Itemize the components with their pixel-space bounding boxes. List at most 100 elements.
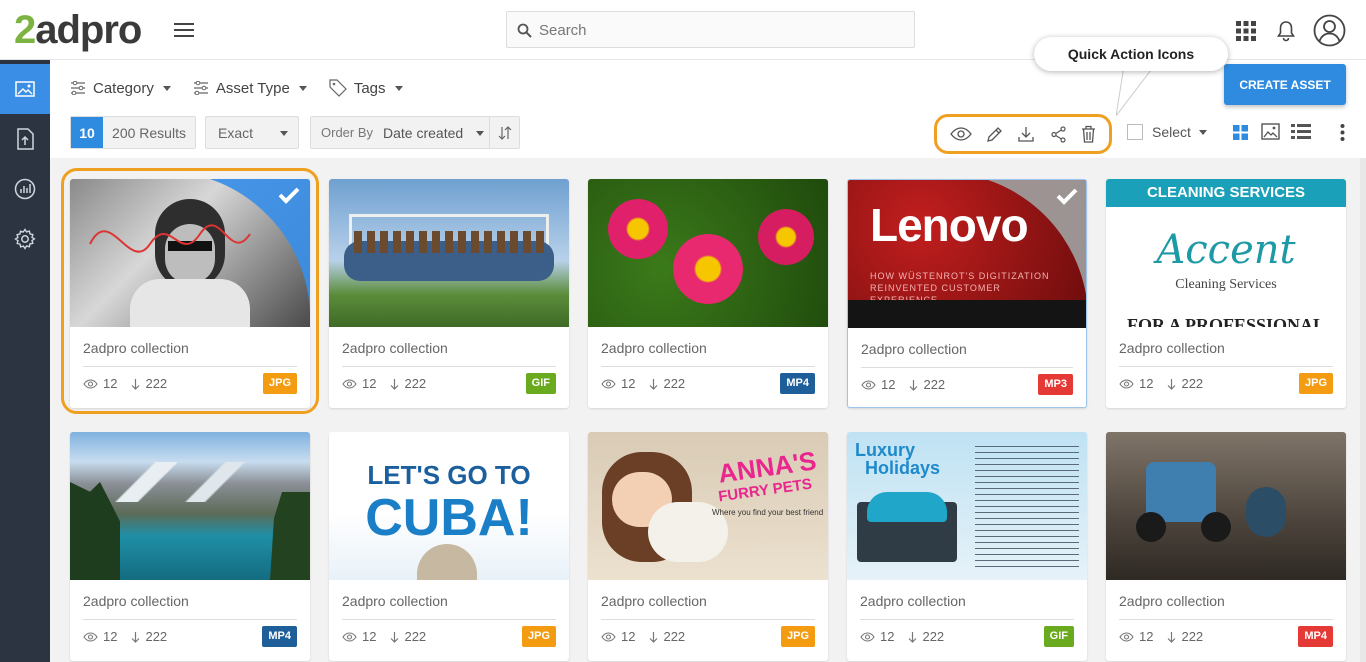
arrow-down-icon <box>650 378 658 390</box>
asset-name: 2adpro collection <box>342 340 448 356</box>
share-icon[interactable] <box>1050 125 1067 143</box>
downloads-count: 222 <box>908 629 944 644</box>
app-logo[interactable]: 2adpro <box>14 8 142 52</box>
quick-action-tooltip: Quick Action Icons <box>1034 37 1228 71</box>
edit-icon[interactable] <box>986 126 1003 143</box>
asset-card[interactable]: 2adpro collection 12 222 MP4 <box>588 179 828 408</box>
downloads-count: 222 <box>390 376 426 391</box>
select-all-checkbox[interactable] <box>1127 124 1143 140</box>
search-input[interactable] <box>539 19 899 41</box>
filter-asset-type[interactable]: Asset Type <box>193 77 307 99</box>
asset-card[interactable]: ANNA'S FURRY PETS Where you find your be… <box>588 432 828 661</box>
asset-card[interactable]: Lenovo HOW WÜSTENROT'S DIGITIZATION REIN… <box>847 179 1087 408</box>
download-icon[interactable] <box>1017 125 1035 143</box>
divider <box>83 366 297 367</box>
asset-card[interactable]: 2adpro collection 12 222 GIF <box>329 179 569 408</box>
view-icon <box>1119 378 1134 389</box>
asset-thumbnail[interactable]: CLEANING SERVICES Accent Cleaning Servic… <box>1106 179 1346 327</box>
asset-thumbnail[interactable]: Luxury Holidays <box>847 432 1087 580</box>
select-dropdown[interactable]: Select <box>1152 124 1207 140</box>
results-total: 200 Results <box>103 117 195 148</box>
file-type-badge: JPG <box>780 626 815 647</box>
user-avatar-icon[interactable] <box>1313 14 1346 47</box>
arrow-down-icon <box>650 631 658 643</box>
asset-stats: 12 222 <box>83 376 167 391</box>
asset-thumbnail[interactable] <box>70 432 310 580</box>
create-asset-button[interactable]: CREATE ASSET <box>1224 64 1346 105</box>
asset-thumbnail[interactable] <box>1106 432 1346 580</box>
list-view-icon[interactable] <box>1291 124 1311 139</box>
tooltip-pointer <box>1116 66 1155 116</box>
sidebar-item-settings[interactable] <box>0 214 50 264</box>
more-options-icon[interactable] <box>1340 124 1345 141</box>
grid-view-icon[interactable] <box>1233 125 1248 140</box>
menu-icon[interactable] <box>174 23 194 39</box>
divider <box>342 619 556 620</box>
upload-icon <box>17 128 34 150</box>
sidebar-item-assets[interactable] <box>0 64 50 114</box>
asset-card[interactable]: LET'S GO TO CUBA! 2adpro collection 12 2… <box>329 432 569 661</box>
divider <box>601 366 815 367</box>
views-count: 12 <box>342 629 376 644</box>
selected-check-icon[interactable] <box>948 180 1087 328</box>
divider <box>83 619 297 620</box>
asset-stats: 12 222 <box>342 629 426 644</box>
asset-card[interactable]: Luxury Holidays 2adpro collection 12 222… <box>847 432 1087 661</box>
views-count: 12 <box>342 376 376 391</box>
divider <box>1119 366 1333 367</box>
arrow-down-icon <box>909 631 917 643</box>
order-by-dropdown[interactable]: Order By Date created <box>310 116 520 149</box>
bell-icon[interactable] <box>1276 20 1296 42</box>
divider <box>342 366 556 367</box>
divider <box>861 367 1073 368</box>
asset-stats: 12 222 <box>860 629 944 644</box>
asset-name: 2adpro collection <box>83 593 189 609</box>
match-dropdown[interactable]: Exact <box>205 116 299 149</box>
asset-thumbnail[interactable] <box>329 179 569 327</box>
views-count: 12 <box>83 629 117 644</box>
sidebar <box>0 60 50 662</box>
downloads-count: 222 <box>131 376 167 391</box>
trash-icon[interactable] <box>1081 125 1096 143</box>
selected-check-icon[interactable] <box>170 179 310 327</box>
asset-card[interactable]: 2adpro collection 12 222 MP4 <box>70 432 310 661</box>
asset-stats: 12 222 <box>601 376 685 391</box>
asset-thumbnail[interactable]: ANNA'S FURRY PETS Where you find your be… <box>588 432 828 580</box>
views-count: 12 <box>1119 629 1153 644</box>
page-size[interactable]: 10 <box>71 117 103 148</box>
filter-tags[interactable]: Tags <box>329 77 403 99</box>
sidebar-item-upload[interactable] <box>0 114 50 164</box>
tag-icon <box>329 79 347 97</box>
gallery-view-icon[interactable] <box>1261 123 1280 140</box>
view-icon <box>860 631 875 642</box>
asset-card[interactable]: 2adpro collection 12 222 MP4 <box>1106 432 1346 661</box>
views-count: 12 <box>860 629 894 644</box>
sliders-icon <box>193 81 208 95</box>
search-icon <box>517 23 532 38</box>
asset-thumbnail[interactable] <box>70 179 310 327</box>
sort-direction-icon[interactable] <box>498 126 512 140</box>
asset-thumbnail[interactable] <box>588 179 828 327</box>
arrow-down-icon <box>132 631 140 643</box>
asset-stats: 12 222 <box>342 376 426 391</box>
downloads-count: 222 <box>131 629 167 644</box>
asset-thumbnail[interactable]: LET'S GO TO CUBA! <box>329 432 569 580</box>
sidebar-item-reports[interactable] <box>0 164 50 214</box>
file-type-badge: JPG <box>521 626 556 647</box>
filter-category[interactable]: Category <box>70 77 171 99</box>
view-icon[interactable] <box>950 127 972 141</box>
view-icon <box>861 379 876 390</box>
apps-grid-icon[interactable] <box>1236 21 1256 41</box>
asset-card[interactable]: CLEANING SERVICES Accent Cleaning Servic… <box>1106 179 1346 408</box>
asset-stats: 12 222 <box>83 629 167 644</box>
asset-card[interactable]: 2adpro collection 12 222 JPG <box>70 179 310 408</box>
asset-thumbnail[interactable]: Lenovo HOW WÜSTENROT'S DIGITIZATION REIN… <box>848 180 1087 328</box>
views-count: 12 <box>83 376 117 391</box>
arrow-down-icon <box>910 379 918 391</box>
file-type-badge: JPG <box>1298 373 1333 394</box>
scrollbar[interactable] <box>1360 158 1366 662</box>
search-box[interactable] <box>506 11 915 48</box>
asset-name: 2adpro collection <box>1119 340 1225 356</box>
asset-name: 2adpro collection <box>1119 593 1225 609</box>
view-icon <box>83 631 98 642</box>
